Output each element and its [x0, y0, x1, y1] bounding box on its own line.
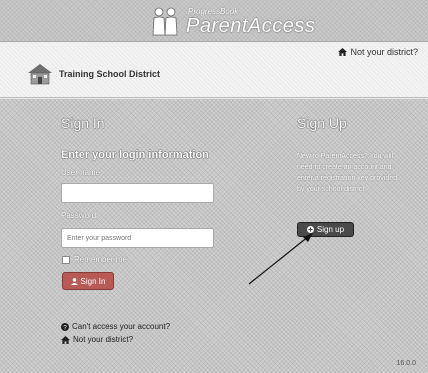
brand-title: ParentAccess: [186, 15, 316, 37]
annotation-arrow: [248, 233, 313, 285]
progressbook-logo: ProgressBook ParentAccess: [150, 3, 315, 39]
district-block: Training School District: [27, 63, 160, 85]
user-icon: [70, 277, 78, 285]
home-icon: [338, 48, 348, 56]
sign-up-button-label: Sign up: [316, 225, 345, 234]
password-input[interactable]: [61, 228, 214, 248]
login-info-heading: Enter your login information: [61, 149, 209, 161]
top-banner: ProgressBook ParentAccess: [0, 0, 428, 42]
district-name: Training School District: [59, 69, 161, 79]
sign-in-button-label: Sign In: [80, 276, 106, 286]
not-your-district-text: Not your district?: [350, 47, 418, 57]
version-number: 16.0.0: [396, 360, 416, 367]
family-logo-icon: [152, 7, 178, 36]
not-your-district-link-top[interactable]: Not your district?: [338, 47, 418, 57]
remember-me-label: Remember me: [74, 255, 127, 264]
password-label: Password: [61, 211, 97, 220]
username-label: User name: [61, 168, 101, 177]
not-your-district-bottom-text: Not your district?: [73, 335, 134, 344]
home-icon: [61, 335, 70, 344]
sign-up-heading: Sign Up: [297, 115, 347, 131]
school-building-icon: [28, 64, 52, 85]
remember-me-checkbox[interactable]: [62, 255, 70, 264]
username-input[interactable]: [61, 183, 214, 203]
not-your-district-link-bottom[interactable]: Not your district?: [61, 335, 133, 344]
cant-access-account-link[interactable]: ? Can't access your account?: [61, 322, 170, 331]
sign-in-button[interactable]: Sign In: [62, 272, 114, 290]
question-circle-icon: ?: [61, 322, 69, 331]
sign-in-heading: Sign In: [61, 115, 105, 131]
cant-access-account-text: Can't access your account?: [72, 322, 171, 331]
remember-me[interactable]: Remember me: [62, 255, 127, 264]
sign-up-description: New to ParentAccess? You will need to cr…: [297, 153, 397, 193]
